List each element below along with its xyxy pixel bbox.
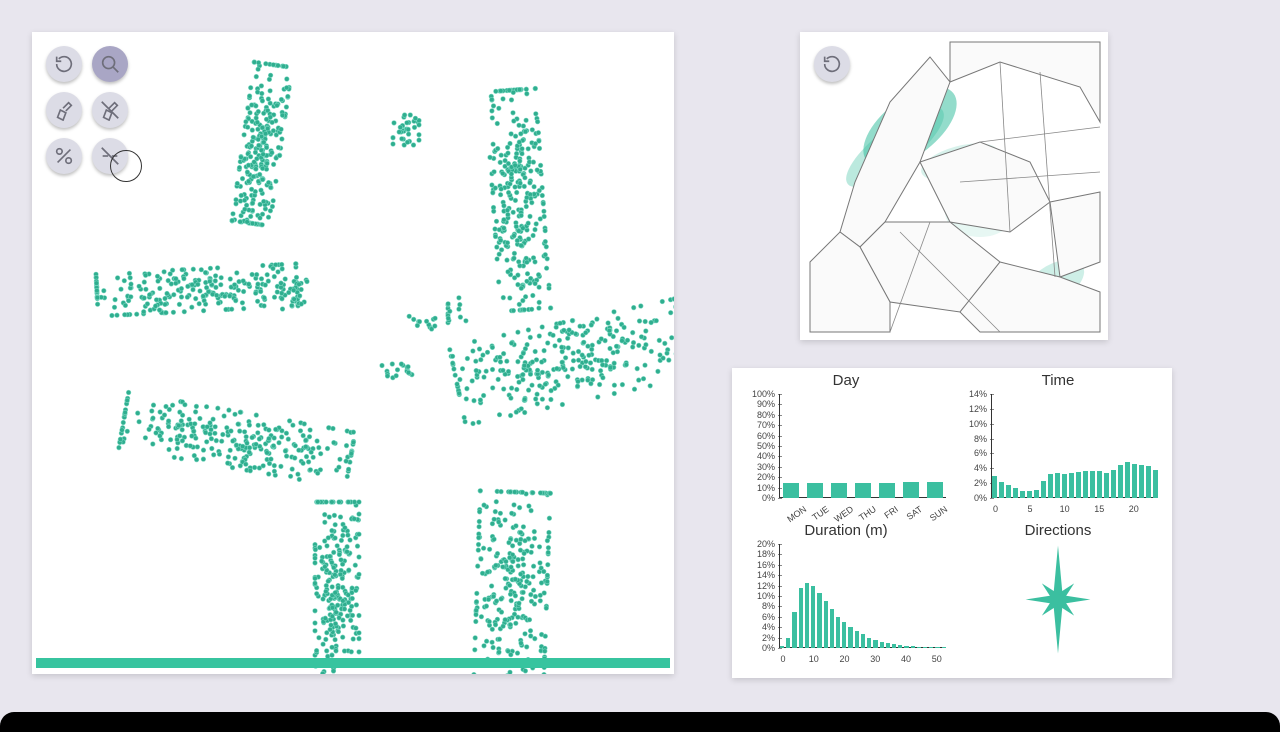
bar [1132, 464, 1137, 498]
page-root: Day0%10%20%30%40%50%60%70%80%90%100%MONT… [0, 0, 1280, 732]
geo-map[interactable] [800, 32, 1108, 340]
scatter-panel [32, 32, 674, 674]
bar [836, 617, 840, 648]
chart-title: Day [742, 372, 950, 389]
bar [855, 631, 859, 648]
compass-rose [1003, 545, 1113, 660]
bar [786, 638, 790, 648]
chart-directions[interactable]: Directions [954, 522, 1162, 668]
bar [1006, 485, 1011, 498]
bar [1069, 473, 1074, 498]
chart-title: Time [954, 372, 1162, 389]
bar [807, 483, 823, 498]
lens-button[interactable] [92, 46, 128, 82]
bar [867, 638, 871, 648]
bar [1111, 470, 1116, 498]
bar [999, 482, 1004, 498]
bar [1020, 491, 1025, 498]
bar [1146, 466, 1151, 498]
bar [861, 634, 865, 648]
chart-title: Duration (m) [742, 522, 950, 539]
bar [1076, 472, 1081, 498]
bar [927, 482, 943, 498]
chart-day[interactable]: Day0%10%20%30%40%50%60%70%80%90%100%MONT… [742, 372, 950, 518]
bar [842, 622, 846, 648]
bar [1090, 471, 1095, 498]
bar [879, 483, 895, 498]
bar [792, 612, 796, 648]
map-reset-button[interactable] [814, 46, 850, 82]
bar [1139, 465, 1144, 498]
bar [848, 627, 852, 648]
bar [1125, 462, 1130, 498]
bar [1055, 473, 1060, 498]
bar [830, 609, 834, 648]
bar [817, 593, 821, 648]
chart-duration-m-[interactable]: Duration (m)0%2%4%6%8%10%12%14%16%18%20%… [742, 522, 950, 668]
bar [811, 586, 815, 648]
bar [799, 588, 803, 648]
cut-link-button[interactable] [92, 138, 128, 174]
bar [1153, 470, 1158, 498]
bar [855, 483, 871, 498]
map-panel [800, 32, 1108, 340]
bar [824, 601, 828, 648]
percent-button[interactable] [46, 138, 82, 174]
bottom-strip [0, 712, 1280, 732]
bar [1118, 465, 1123, 498]
brush-button[interactable] [46, 92, 82, 128]
bar [1062, 474, 1067, 499]
chart-title: Directions [954, 522, 1162, 539]
bar [1048, 474, 1053, 498]
brush-remove-button[interactable] [92, 92, 128, 128]
reset-view-button[interactable] [46, 46, 82, 82]
bar [831, 483, 847, 498]
progress-bar [36, 658, 670, 668]
bar [1041, 481, 1046, 498]
bar [783, 483, 799, 498]
scatter-plot[interactable] [32, 32, 674, 674]
bar [1013, 488, 1018, 498]
bar [903, 482, 919, 498]
chart-time[interactable]: Time0%2%4%6%8%10%12%14%05101520 [954, 372, 1162, 518]
bar [873, 640, 877, 648]
charts-panel: Day0%10%20%30%40%50%60%70%80%90%100%MONT… [732, 368, 1172, 678]
bar [1083, 471, 1088, 498]
bar [1034, 490, 1039, 498]
bar [992, 476, 997, 498]
bar [1027, 491, 1032, 498]
bar [805, 583, 809, 648]
bar [1104, 473, 1109, 498]
bar [1097, 471, 1102, 498]
